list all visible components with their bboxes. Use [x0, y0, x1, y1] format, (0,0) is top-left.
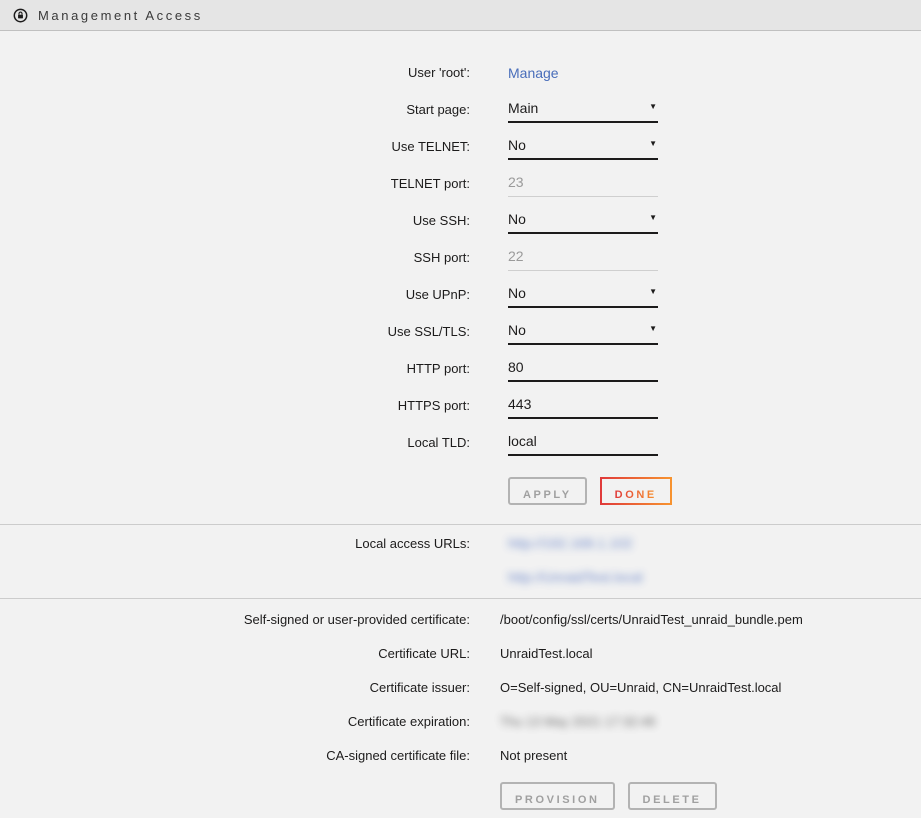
field-label: Certificate issuer: — [0, 680, 470, 695]
form-row-local-tld: Local TLD: local — [0, 424, 921, 461]
field-label: Local access URLs: — [0, 536, 470, 551]
form-row-https-port: HTTPS port: 443 — [0, 387, 921, 424]
field-label: Start page: — [0, 102, 470, 117]
field-label: Certificate URL: — [0, 646, 470, 661]
select-value: Main — [508, 100, 538, 116]
select-value: No — [508, 285, 526, 301]
lock-icon — [13, 8, 28, 23]
local-access-url-redacted[interactable]: http://192.168.1.102 — [508, 535, 633, 551]
field-label: Use TELNET: — [0, 139, 470, 154]
field-label: Use SSL/TLS: — [0, 324, 470, 339]
chevron-down-icon: ▼ — [649, 288, 657, 296]
field-label: Certificate expiration: — [0, 714, 470, 729]
input-value: 22 — [508, 248, 524, 264]
field-label: HTTPS port: — [0, 398, 470, 413]
chevron-down-icon: ▼ — [649, 214, 657, 222]
certificate-expiration-redacted: Thu 13 May 2021 17:32:48 — [500, 714, 655, 729]
local-tld-input[interactable]: local — [508, 430, 658, 456]
field-label: User 'root': — [0, 65, 470, 80]
form-row-use-upnp: Use UPnP: No ▼ — [0, 276, 921, 313]
http-port-input[interactable]: 80 — [508, 356, 658, 382]
field-label: Use UPnP: — [0, 287, 470, 302]
provision-button[interactable]: PROVISION — [500, 782, 615, 810]
input-value: 80 — [508, 359, 524, 375]
use-ssh-select[interactable]: No ▼ — [508, 208, 658, 234]
field-label: HTTP port: — [0, 361, 470, 376]
form-row-http-port: HTTP port: 80 — [0, 350, 921, 387]
field-label: Use SSH: — [0, 213, 470, 228]
page-title: Management Access — [38, 8, 203, 23]
select-value: No — [508, 322, 526, 338]
chevron-down-icon: ▼ — [649, 325, 657, 333]
certificate-issuer: O=Self-signed, OU=Unraid, CN=UnraidTest.… — [500, 680, 781, 695]
field-label: CA-signed certificate file: — [0, 748, 470, 763]
done-button[interactable]: DONE — [600, 477, 672, 505]
use-upnp-select[interactable]: No ▼ — [508, 282, 658, 308]
select-value: No — [508, 137, 526, 153]
section-divider — [0, 524, 921, 525]
form-row-telnet-port: TELNET port: 23 — [0, 165, 921, 202]
use-ssl-tls-select[interactable]: No ▼ — [508, 319, 658, 345]
cert-row: Certificate expiration: Thu 13 May 2021 … — [0, 704, 921, 738]
form-row-ssh-port: SSH port: 22 — [0, 239, 921, 276]
telnet-port-input: 23 — [508, 171, 658, 197]
local-access-row: http://UnraidTest.local — [0, 560, 921, 594]
manage-root-link[interactable]: Manage — [508, 65, 559, 81]
start-page-select[interactable]: Main ▼ — [508, 97, 658, 123]
field-label: Self-signed or user-provided certificate… — [0, 612, 470, 627]
input-value: 443 — [508, 396, 531, 412]
certificate-path: /boot/config/ssl/certs/UnraidTest_unraid… — [500, 612, 803, 627]
field-label: TELNET port: — [0, 176, 470, 191]
form-row-use-telnet: Use TELNET: No ▼ — [0, 128, 921, 165]
https-port-input[interactable]: 443 — [508, 393, 658, 419]
ca-certificate-status: Not present — [500, 748, 567, 763]
management-access-form: User 'root': Manage Start page: Main ▼ U… — [0, 54, 921, 505]
page-header: Management Access — [0, 0, 921, 31]
form-row-use-ssh: Use SSH: No ▼ — [0, 202, 921, 239]
local-access-row: Local access URLs: http://192.168.1.102 — [0, 526, 921, 560]
input-value: local — [508, 433, 537, 449]
field-label: Local TLD: — [0, 435, 470, 450]
apply-button[interactable]: APPLY — [508, 477, 587, 505]
form-row-start-page: Start page: Main ▼ — [0, 91, 921, 128]
done-button-label: DONE — [615, 489, 657, 501]
delete-button[interactable]: DELETE — [628, 782, 717, 810]
cert-row: Certificate issuer: O=Self-signed, OU=Un… — [0, 670, 921, 704]
cert-row: Self-signed or user-provided certificate… — [0, 602, 921, 636]
local-access-url-redacted[interactable]: http://UnraidTest.local — [508, 569, 643, 585]
section-divider — [0, 598, 921, 599]
local-access-section: Local access URLs: http://192.168.1.102 … — [0, 526, 921, 594]
use-telnet-select[interactable]: No ▼ — [508, 134, 658, 160]
cert-row: Certificate URL: UnraidTest.local — [0, 636, 921, 670]
form-row-use-ssl: Use SSL/TLS: No ▼ — [0, 313, 921, 350]
chevron-down-icon: ▼ — [649, 103, 657, 111]
form-actions: APPLY DONE — [508, 477, 921, 505]
ssh-port-input: 22 — [508, 245, 658, 271]
chevron-down-icon: ▼ — [649, 140, 657, 148]
form-row-user-root: User 'root': Manage — [0, 54, 921, 91]
field-label: SSH port: — [0, 250, 470, 265]
select-value: No — [508, 211, 526, 227]
certificate-url: UnraidTest.local — [500, 646, 593, 661]
cert-row: CA-signed certificate file: Not present — [0, 738, 921, 772]
certificate-section: Self-signed or user-provided certificate… — [0, 602, 921, 810]
input-value: 23 — [508, 174, 524, 190]
certificate-actions: PROVISION DELETE — [500, 782, 921, 810]
